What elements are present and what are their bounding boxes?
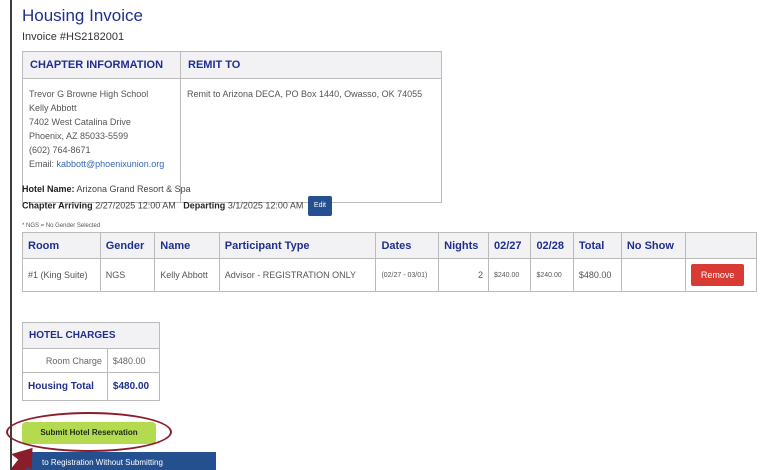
invoice-number: Invoice #HS2182001 (22, 31, 125, 43)
chapter-info-table: CHAPTER INFORMATION REMIT TO Trevor G Br… (22, 51, 442, 203)
arriving-label: Chapter Arriving (22, 200, 93, 211)
cell-name: Kelly Abbott (154, 258, 220, 292)
departing-date: 3/1/2025 12:00 AM (227, 200, 304, 211)
col-participant-type: Participant Type (218, 232, 377, 259)
col-total: Total (572, 232, 622, 259)
room-charge-label: Room Charge (22, 348, 108, 373)
table-row: #1 (King Suite) NGS Kelly Abbott Advisor… (22, 258, 758, 292)
chapter-email-line: Email: kabbott@phoenixunion.org (29, 157, 174, 171)
back-to-registration-button[interactable]: to Registration Without Submitting (22, 452, 216, 470)
col-night-2: 02/28 (530, 232, 574, 259)
ngs-note: * NGS = No Gender Selected (22, 223, 101, 229)
departing-label: Departing (183, 200, 226, 211)
hotel-name-label: Hotel Name: (22, 184, 75, 194)
cell-night-2: $240.00 (530, 258, 574, 292)
room-charge-value: $480.00 (106, 348, 161, 373)
hotel-name: Arizona Grand Resort & Spa (76, 184, 191, 194)
chapter-street: 7402 West Catalina Drive (29, 117, 131, 127)
remit-to-header: REMIT TO (180, 51, 442, 79)
chapter-phone: (602) 764-8671 (29, 145, 91, 155)
cell-no-show (620, 258, 686, 292)
col-room: Room (22, 232, 101, 259)
edit-dates-button[interactable]: Edit (307, 196, 332, 216)
chapter-info-header: CHAPTER INFORMATION (22, 51, 181, 79)
chapter-school: Trevor G Browne High School (29, 89, 149, 99)
room-table: Room Gender Name Participant Type Dates … (22, 232, 758, 292)
housing-total-row: Housing Total $480.00 (22, 372, 161, 401)
email-label: Email: (29, 159, 57, 169)
col-dates: Dates (375, 232, 440, 259)
back-to-registration-label: to Registration Without Submitting (42, 458, 163, 467)
cell-total: $480.00 (572, 258, 622, 292)
left-border-bar (10, 0, 12, 470)
cell-gender: NGS (99, 258, 156, 292)
col-night-1: 02/27 (487, 232, 532, 259)
chapter-city: Phoenix, AZ 85033-5599 (29, 131, 129, 141)
cell-night-1: $240.00 (487, 258, 532, 292)
room-charge-row: Room Charge $480.00 (22, 348, 161, 373)
hotel-charges-header: HOTEL CHARGES (22, 322, 160, 349)
email-link[interactable]: kabbott@phoenixunion.org (57, 159, 165, 169)
hotel-name-line: Hotel Name: Arizona Grand Resort & Spa (22, 182, 332, 196)
hotel-dates-line: Chapter Arriving 2/27/2025 12:00 AM Depa… (22, 196, 332, 216)
housing-total-value: $480.00 (106, 372, 161, 401)
col-no-show: No Show (620, 232, 686, 259)
arriving-date: 2/27/2025 12:00 AM (95, 200, 176, 211)
housing-total-label: Housing Total (22, 372, 108, 401)
col-actions (684, 232, 758, 259)
cell-nights: 2 (438, 258, 489, 292)
cell-dates: (02/27 - 03/01) (375, 258, 440, 292)
page-title: Housing Invoice (22, 6, 143, 25)
cell-room: #1 (King Suite) (22, 258, 101, 292)
cell-participant-type: Advisor - REGISTRATION ONLY (218, 258, 377, 292)
hotel-info: Hotel Name: Arizona Grand Resort & Spa C… (22, 182, 332, 216)
col-gender: Gender (99, 232, 156, 259)
room-table-header-row: Room Gender Name Participant Type Dates … (22, 232, 758, 259)
cell-actions: Remove (684, 258, 758, 292)
col-name: Name (154, 232, 220, 259)
hotel-charges-table: HOTEL CHARGES Room Charge $480.00 Housin… (22, 322, 161, 401)
remove-button[interactable]: Remove (690, 264, 745, 286)
col-nights: Nights (438, 232, 489, 259)
chapter-advisor: Kelly Abbott (29, 103, 77, 113)
